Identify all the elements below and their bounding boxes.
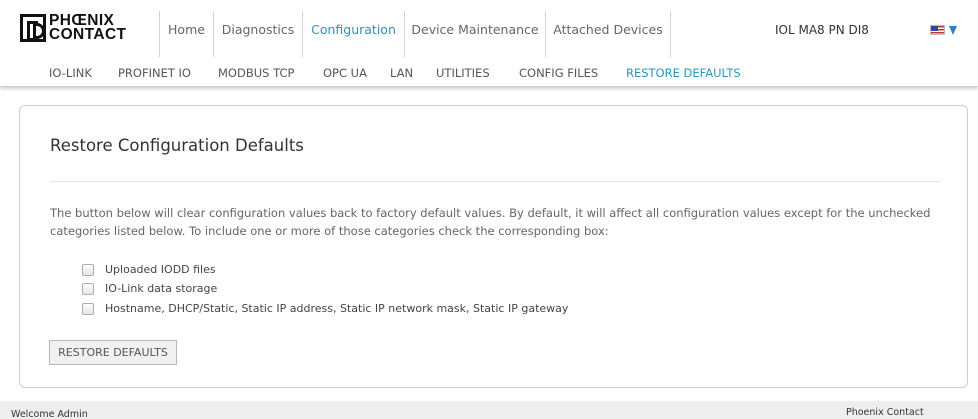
subnav-restore-defaults[interactable]: RESTORE DEFAULTS — [626, 66, 741, 80]
welcome-text: Welcome Admin — [11, 409, 88, 419]
subnav-opc-ua[interactable]: OPC UA — [323, 66, 367, 80]
option-network-settings[interactable]: Hostname, DHCP/Static, Static IP address… — [82, 302, 568, 315]
option-label: Uploaded IODD files — [105, 263, 216, 276]
panel-title: Restore Configuration Defaults — [50, 136, 304, 155]
logo-mark-icon — [20, 14, 46, 42]
subnav-modbus-tcp[interactable]: MODBUS TCP — [218, 66, 294, 80]
tab-home[interactable]: Home — [159, 11, 213, 57]
subnav-io-link[interactable]: IO-LINK — [49, 66, 92, 80]
checkbox-io-link-data-storage[interactable] — [82, 282, 94, 295]
language-selector[interactable] — [930, 25, 957, 35]
subnav-config-files[interactable]: CONFIG FILES — [519, 66, 598, 80]
subnav-lan[interactable]: LAN — [390, 66, 413, 80]
option-uploaded-iodd-files[interactable]: Uploaded IODD files — [82, 263, 216, 276]
restore-defaults-panel: Restore Configuration Defaults The butto… — [19, 105, 968, 388]
logo-line-2: CONTACT — [49, 26, 127, 43]
sub-navigation: IO-LINK PROFINET IO MODBUS TCP OPC UA LA… — [0, 57, 978, 87]
footer: Welcome Admin Phoenix Contact — [0, 401, 978, 419]
checkbox-uploaded-iodd-files[interactable] — [82, 263, 94, 276]
company-name: Phoenix Contact — [846, 407, 924, 418]
logo-text: PHŒNIX CONTACT — [49, 13, 127, 43]
tab-device-maintenance[interactable]: Device Maintenance — [404, 11, 545, 57]
option-label: Hostname, DHCP/Static, Static IP address… — [105, 302, 569, 315]
phoenix-contact-logo[interactable]: PHŒNIX CONTACT — [20, 11, 154, 45]
tab-configuration[interactable]: Configuration — [302, 11, 404, 57]
subnav-utilities[interactable]: UTILITIES — [436, 66, 490, 80]
device-name: IOL MA8 PN DI8 — [775, 23, 869, 37]
option-label: IO-Link data storage — [105, 282, 218, 295]
panel-divider — [50, 181, 940, 182]
restore-defaults-button[interactable]: RESTORE DEFAULTS — [49, 340, 177, 365]
top-header: PHŒNIX CONTACT Home Diagnostics Configur… — [0, 0, 978, 57]
us-flag-icon — [930, 25, 945, 35]
tab-diagnostics[interactable]: Diagnostics — [213, 11, 302, 57]
subnav-profinet-io[interactable]: PROFINET IO — [118, 66, 191, 80]
tab-attached-devices[interactable]: Attached Devices — [545, 11, 671, 57]
checkbox-network-settings[interactable] — [82, 302, 94, 315]
triangle-down-icon — [949, 25, 957, 35]
panel-description: The button below will clear configuratio… — [50, 206, 931, 238]
option-io-link-data-storage[interactable]: IO-Link data storage — [82, 282, 217, 295]
